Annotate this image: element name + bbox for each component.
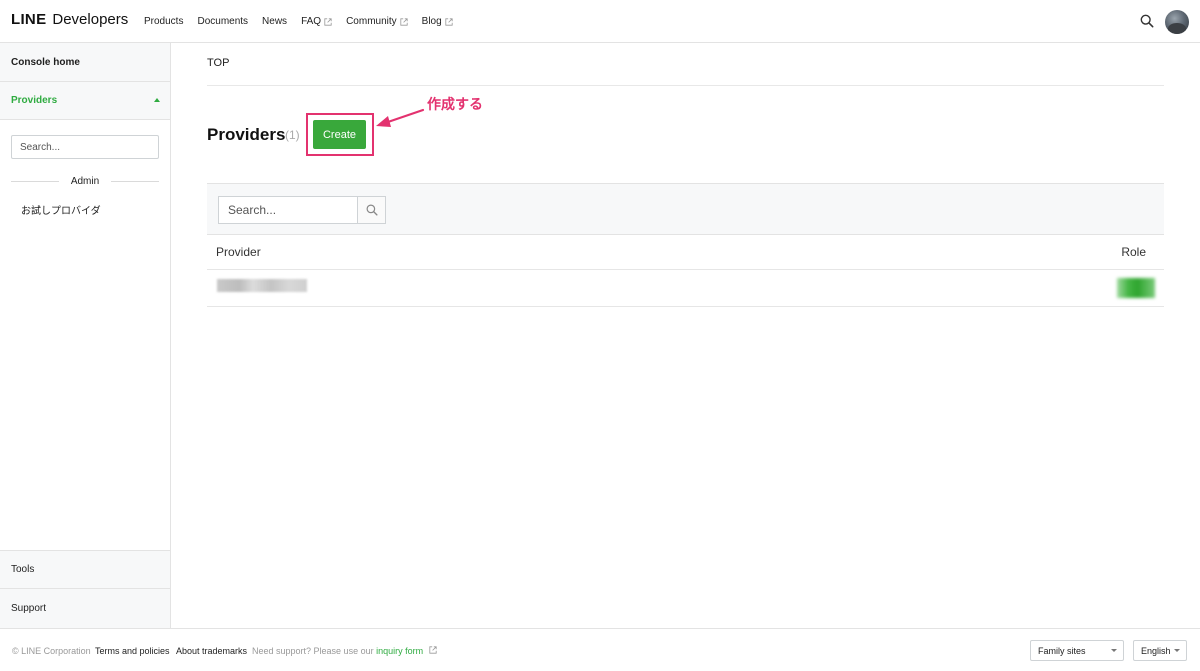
nav-faq-label: FAQ [301,16,322,27]
column-header-provider: Provider [216,245,261,259]
external-link-icon [324,17,332,26]
footer-support-text: Need support? Please use our inquiry for… [252,646,437,656]
nav-blog[interactable]: Blog [422,16,453,27]
main-content: TOP Providers (1) Create 作成する Provider R… [171,43,1200,628]
breadcrumb-divider [207,85,1164,86]
providers-table: Provider Role [207,183,1164,307]
footer: © LINE Corporation Terms and policies Ab… [0,628,1200,671]
nav-documents-label: Documents [197,16,249,27]
family-sites-label: Family sites [1038,645,1086,656]
sidebar-group-admin: Admin [11,176,160,187]
annotation-arrow-icon [376,108,425,127]
footer-support-prefix: Need support? Please use our [252,646,377,656]
external-link-icon [400,17,408,26]
table-header: Provider Role [207,235,1164,270]
footer-inquiry-link[interactable]: inquiry form [376,646,423,656]
line-developers-logo[interactable]: LINE Developers [11,11,128,28]
language-label: English [1141,645,1171,656]
nav-products-label: Products [144,16,184,27]
provider-count: (1) [285,128,300,142]
sidebar-support-label: Support [11,603,47,614]
chevron-down-icon [1174,649,1180,652]
provider-name-blurred [217,279,307,292]
nav-products[interactable]: Products [144,16,183,27]
chevron-up-icon [154,98,160,102]
table-search-button[interactable] [357,196,386,224]
table-search-bar [207,183,1164,235]
sidebar-item-tools[interactable]: Tools [0,550,170,589]
search-icon [366,204,378,216]
language-select[interactable]: English [1133,640,1187,661]
nav-news[interactable]: News [262,16,287,27]
footer-terms-link[interactable]: Terms and policies [95,646,170,656]
breadcrumb[interactable]: TOP [207,57,229,69]
sidebar: Console home Providers Admin お試しプロバイダ To… [0,43,171,628]
divider-line [111,181,160,182]
sidebar-console-home-label: Console home [11,56,80,68]
sidebar-item-providers[interactable]: Providers [0,81,170,120]
sidebar-search-input[interactable] [11,135,159,159]
top-header: LINE Developers Products Documents News F… [0,0,1200,43]
sidebar-providers-panel: Admin お試しプロバイダ [0,120,170,551]
nav-community-label: Community [346,16,397,27]
table-row[interactable] [207,270,1164,307]
annotation-text: 作成する [427,96,483,112]
column-header-role: Role [1121,245,1146,259]
external-link-icon [429,646,437,654]
nav-community[interactable]: Community [346,16,408,27]
divider-line [11,181,59,182]
nav-documents[interactable]: Documents [197,16,248,27]
create-provider-button[interactable]: Create [313,120,366,149]
page-title: Providers [207,125,286,144]
sidebar-providers-label: Providers [11,94,58,106]
logo-line-text: LINE [11,11,47,28]
external-link-icon [445,17,453,26]
footer-trademarks-link[interactable]: About trademarks [176,646,247,656]
sidebar-provider-item[interactable]: お試しプロバイダ [21,202,101,217]
nav-blog-label: Blog [421,16,442,27]
top-nav: Products Documents News FAQ Community Bl… [144,16,467,27]
table-search-input[interactable] [218,196,358,224]
nav-faq[interactable]: FAQ [301,16,332,27]
logo-developers-text: Developers [52,11,129,28]
family-sites-select[interactable]: Family sites [1030,640,1124,661]
sidebar-group-label: Admin [70,176,100,187]
nav-news-label: News [262,16,288,27]
sidebar-item-console-home[interactable]: Console home [0,43,170,82]
role-badge-blurred [1117,278,1155,298]
search-icon[interactable] [1140,14,1154,28]
footer-copyright: © LINE Corporation [12,646,91,656]
sidebar-tools-label: Tools [11,564,35,575]
sidebar-item-support[interactable]: Support [0,589,170,628]
user-avatar[interactable] [1165,10,1189,34]
chevron-down-icon [1111,649,1117,652]
